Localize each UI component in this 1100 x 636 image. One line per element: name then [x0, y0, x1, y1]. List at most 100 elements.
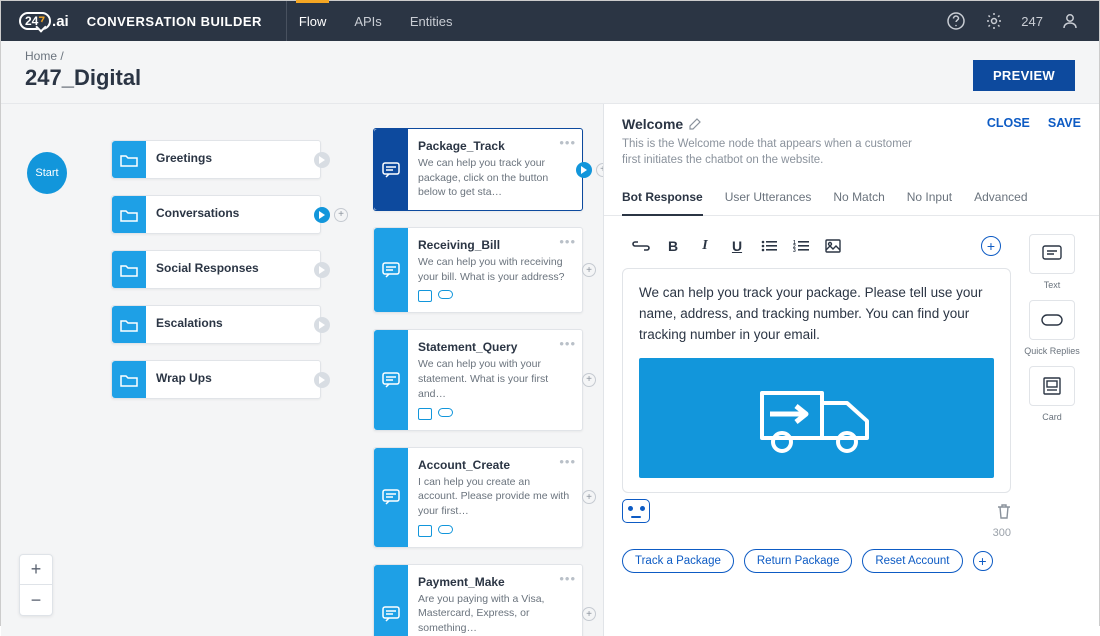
folder-social-responses[interactable]: Social Responses: [111, 250, 321, 289]
image-icon[interactable]: [824, 237, 842, 255]
response-image[interactable]: [639, 358, 994, 478]
folder-label: Social Responses: [156, 261, 259, 275]
user-label: 247: [1021, 14, 1043, 29]
folder-column: Greetings Conversations + Social Respons…: [111, 140, 321, 399]
folder-conversations[interactable]: Conversations +: [111, 195, 321, 234]
add-quick-reply-button[interactable]: +: [973, 551, 993, 571]
folder-greetings[interactable]: Greetings: [111, 140, 321, 179]
underline-icon[interactable]: U: [728, 237, 746, 255]
node-port[interactable]: [314, 152, 330, 168]
tab-entities[interactable]: Entities: [410, 1, 453, 41]
more-icon[interactable]: •••: [559, 234, 576, 249]
bold-icon[interactable]: B: [664, 237, 682, 255]
tab-user-utterances[interactable]: User Utterances: [725, 190, 812, 215]
breadcrumb[interactable]: Home /: [25, 49, 141, 63]
node-desc: We can help you with your statement. Wha…: [418, 357, 572, 401]
node-title: Receiving_Bill: [418, 238, 572, 252]
text-block-icon: [418, 290, 432, 302]
response-bubble[interactable]: We can help you track your package. Plea…: [622, 268, 1011, 493]
node-port[interactable]: [314, 207, 330, 223]
more-icon[interactable]: •••: [559, 571, 576, 586]
tab-no-input[interactable]: No Input: [907, 190, 952, 215]
add-node-icon[interactable]: +: [582, 373, 596, 387]
node-port[interactable]: [314, 317, 330, 333]
breadcrumb-bar: Home / 247_Digital PREVIEW: [1, 41, 1099, 104]
palette-card[interactable]: [1029, 366, 1075, 406]
block-palette: Text Quick Replies Card: [1023, 234, 1081, 618]
node-port[interactable]: [576, 162, 592, 178]
tab-advanced[interactable]: Advanced: [974, 190, 1027, 215]
node-payment-make[interactable]: Payment_Make Are you paying with a Visa,…: [373, 564, 583, 636]
preview-button[interactable]: PREVIEW: [973, 60, 1075, 91]
bullet-list-icon[interactable]: [760, 237, 778, 255]
zoom-in-button[interactable]: +: [20, 555, 52, 585]
text-block-icon: [418, 525, 432, 537]
quick-reply-return[interactable]: Return Package: [744, 549, 852, 573]
add-node-icon[interactable]: +: [596, 163, 603, 177]
tab-apis[interactable]: APIs: [354, 1, 381, 41]
delete-icon[interactable]: [997, 503, 1011, 519]
app-header: 247.ai CONVERSATION BUILDER Flow APIs En…: [1, 1, 1099, 41]
char-count: 300: [622, 527, 1011, 539]
zoom-control: + −: [19, 554, 53, 616]
gear-icon[interactable]: [983, 10, 1005, 32]
palette-text-label: Text: [1044, 280, 1061, 290]
more-icon[interactable]: •••: [559, 454, 576, 469]
node-receiving-bill[interactable]: Receiving_Bill We can help you with rece…: [373, 227, 583, 313]
help-icon[interactable]: [945, 10, 967, 32]
quick-reply-icon: [438, 290, 453, 299]
quick-reply-icon: [438, 408, 453, 417]
node-port[interactable]: [314, 372, 330, 388]
node-title: Package_Track: [418, 139, 572, 153]
node-account-create[interactable]: Account_Create I can help you create an …: [373, 447, 583, 548]
inspector-panel: Welcome This is the Welcome node that ap…: [603, 104, 1099, 636]
start-node[interactable]: Start: [27, 152, 67, 194]
quick-reply-track[interactable]: Track a Package: [622, 549, 734, 573]
palette-text[interactable]: [1029, 234, 1075, 274]
node-title: Payment_Make: [418, 575, 572, 589]
close-button[interactable]: CLOSE: [987, 116, 1030, 168]
text-block-icon: [418, 408, 432, 420]
add-node-icon[interactable]: +: [582, 607, 596, 621]
user-icon[interactable]: [1059, 10, 1081, 32]
page-title: 247_Digital: [25, 65, 141, 91]
workspace: Start Greetings Conversations + Social R…: [1, 104, 1099, 636]
add-node-icon[interactable]: +: [334, 208, 348, 222]
tab-bot-response[interactable]: Bot Response: [622, 190, 703, 216]
logo: 247.ai: [1, 12, 87, 30]
node-port[interactable]: [314, 262, 330, 278]
svg-text:3: 3: [793, 248, 796, 252]
folder-escalations[interactable]: Escalations: [111, 305, 321, 344]
edit-icon[interactable]: [689, 118, 701, 130]
link-icon[interactable]: [632, 237, 650, 255]
add-node-icon[interactable]: +: [582, 490, 596, 504]
node-desc: We can help you track your package, clic…: [418, 156, 572, 200]
editor-toolbar: B I U 123 +: [622, 234, 1011, 268]
node-package-track[interactable]: Package_Track We can help you track your…: [373, 128, 583, 211]
header-actions: 247: [945, 10, 1099, 32]
response-text[interactable]: We can help you track your package. Plea…: [639, 283, 994, 346]
quick-reply-reset[interactable]: Reset Account: [862, 549, 962, 573]
node-statement-query[interactable]: Statement_Query We can help you with you…: [373, 329, 583, 430]
palette-quick-replies[interactable]: [1029, 300, 1075, 340]
folder-wrap-ups[interactable]: Wrap Ups: [111, 360, 321, 399]
add-response-button[interactable]: +: [981, 236, 1001, 256]
folder-label: Conversations: [156, 206, 239, 220]
save-button[interactable]: SAVE: [1048, 116, 1081, 168]
quick-replies: Track a Package Return Package Reset Acc…: [622, 549, 1011, 573]
flow-canvas[interactable]: Start Greetings Conversations + Social R…: [1, 104, 603, 636]
palette-quick-label: Quick Replies: [1024, 346, 1080, 356]
numbered-list-icon[interactable]: 123: [792, 237, 810, 255]
italic-icon[interactable]: I: [696, 237, 714, 255]
node-desc: We can help you with receiving your bill…: [418, 255, 572, 284]
node-title: Statement_Query: [418, 340, 572, 354]
folder-label: Wrap Ups: [156, 371, 212, 385]
zoom-out-button[interactable]: −: [20, 585, 52, 615]
folder-label: Escalations: [156, 316, 223, 330]
tab-no-match[interactable]: No Match: [833, 190, 884, 215]
tab-flow[interactable]: Flow: [299, 1, 326, 41]
more-icon[interactable]: •••: [559, 135, 576, 150]
add-node-icon[interactable]: +: [582, 263, 596, 277]
node-desc: Are you paying with a Visa, Mastercard, …: [418, 592, 572, 636]
more-icon[interactable]: •••: [559, 336, 576, 351]
